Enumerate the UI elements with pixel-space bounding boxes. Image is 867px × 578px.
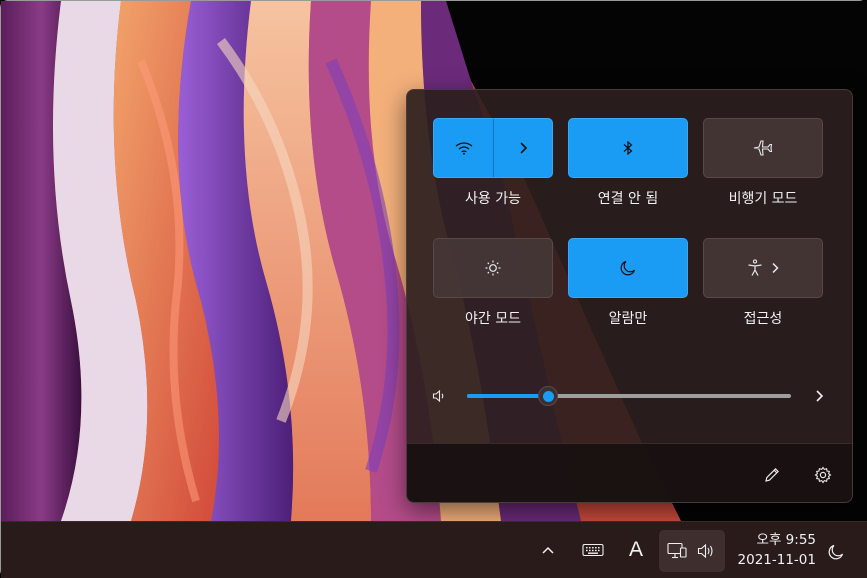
clock-date: 2021-11-01 <box>737 552 816 568</box>
accessibility-tile[interactable] <box>703 238 823 298</box>
airplane-mode-tile[interactable] <box>703 118 823 178</box>
bluetooth-icon <box>623 140 633 156</box>
wifi-label: 사용 가능 <box>465 191 521 207</box>
quick-settings-footer <box>407 443 852 502</box>
show-hidden-icons-button[interactable] <box>536 538 560 562</box>
pencil-icon <box>765 468 779 482</box>
input-method-button[interactable]: A <box>623 536 649 564</box>
volume-slider[interactable] <box>467 386 791 406</box>
keyboard-icon <box>582 543 604 557</box>
taskbar: A 오후 9:55 2021-11-01 <box>1 521 867 578</box>
moon-icon <box>828 544 844 560</box>
network-icon <box>667 542 687 559</box>
chevron-right-icon <box>816 390 824 402</box>
wifi-toggle[interactable] <box>434 119 494 177</box>
focus-assist-tile[interactable] <box>568 238 688 298</box>
settings-button[interactable] <box>810 462 836 488</box>
volume-slider-fill <box>467 394 548 398</box>
gear-icon <box>814 466 832 484</box>
ime-icon: A <box>628 538 643 561</box>
focus-assist-indicator[interactable] <box>824 540 848 564</box>
chevron-right-icon <box>520 142 528 154</box>
airplane-mode-label: 비행기 모드 <box>728 191 798 207</box>
audio-output-button[interactable] <box>809 386 829 406</box>
clock-time: 오후 9:55 <box>756 532 816 548</box>
moon-icon <box>620 260 636 276</box>
accessibility-label: 접근성 <box>743 311 783 327</box>
volume-button[interactable] <box>694 539 718 563</box>
volume-slider-thumb[interactable] <box>538 386 558 406</box>
night-light-label: 야간 모드 <box>465 311 521 327</box>
chevron-up-icon <box>542 546 554 554</box>
wifi-icon <box>455 142 472 155</box>
volume-mute-button[interactable] <box>429 386 449 406</box>
chevron-right-icon <box>772 262 779 274</box>
taskbar-clock[interactable]: 오후 9:55 2021-11-01 <box>736 530 816 570</box>
touch-keyboard-button[interactable] <box>579 538 607 562</box>
speaker-icon <box>432 389 444 403</box>
bluetooth-label: 연결 안 됨 <box>597 191 659 207</box>
night-light-tile[interactable] <box>433 238 553 298</box>
brightness-icon <box>485 260 501 276</box>
wifi-tile[interactable] <box>433 118 553 178</box>
wifi-expand-button[interactable] <box>494 119 552 177</box>
network-button[interactable] <box>664 539 690 563</box>
airplane-icon <box>753 140 773 156</box>
bluetooth-tile[interactable] <box>568 118 688 178</box>
speaker-icon <box>697 543 713 559</box>
edit-quick-settings-button[interactable] <box>759 462 785 488</box>
network-volume-group[interactable] <box>659 530 725 572</box>
focus-assist-label: 알람만 <box>608 311 648 327</box>
quick-settings-panel: 사용 가능 연결 안 됨 비행기 모드 야간 모드 알람만 접근성 <box>406 89 853 503</box>
accessibility-icon <box>748 259 762 276</box>
